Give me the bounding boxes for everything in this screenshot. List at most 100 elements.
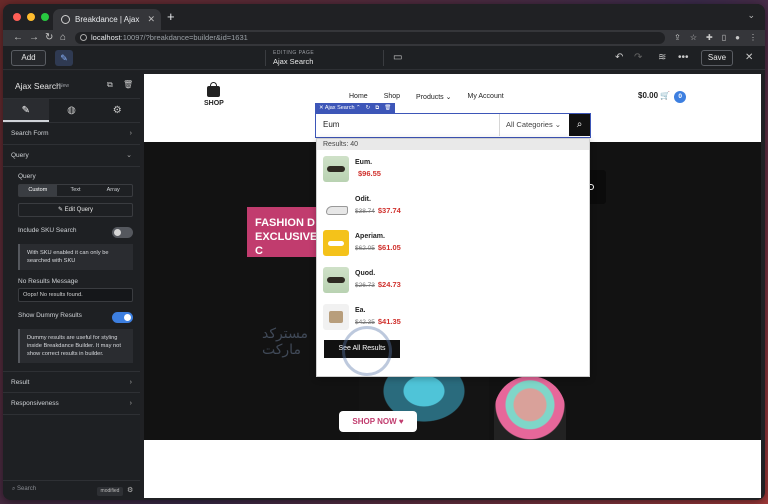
panel-search-input[interactable]: ⌕ Search xyxy=(12,486,36,493)
product-price: $42.35 $41.35 xyxy=(355,317,401,326)
sku-note: With SKU enabled it can only be searched… xyxy=(18,244,133,270)
window-controls xyxy=(13,13,49,21)
chevron-right-icon: › xyxy=(129,379,132,386)
no-results-input[interactable]: Oops! No results found. xyxy=(18,288,133,302)
browser-window: Breakdance | Ajax Search ✕ + ⌄ ← → ↻ ⌂ l… xyxy=(3,4,765,500)
tab-favicon-icon xyxy=(61,15,70,24)
duplicate-icon[interactable]: ⧉ xyxy=(375,103,379,113)
minimize-window-button[interactable] xyxy=(27,13,35,21)
close-builder-icon[interactable]: ✕ xyxy=(745,50,753,66)
watermark-line1: مستركد xyxy=(262,326,308,342)
segment-array[interactable]: Array xyxy=(94,185,132,196)
element-label[interactable]: ✕ Ajax Search ⌃ xyxy=(319,103,361,113)
menu-item-products[interactable]: Products ⌄ xyxy=(416,93,451,101)
chevron-right-icon: › xyxy=(129,130,132,137)
sidebar-icon[interactable]: ▯ xyxy=(722,30,726,46)
dummy-toggle[interactable] xyxy=(112,312,133,323)
add-element-button[interactable]: Add xyxy=(11,50,46,66)
more-options-icon[interactable]: ••• xyxy=(678,50,689,66)
menu-item-my-account[interactable]: My Account xyxy=(468,93,504,101)
site-info-icon[interactable] xyxy=(80,34,87,41)
product-price: $26.73 $24.73 xyxy=(355,280,401,289)
result-item[interactable]: Quod. $26.73 $24.73 xyxy=(323,267,583,297)
refresh-icon[interactable]: ↻ xyxy=(366,103,371,113)
forward-icon[interactable]: → xyxy=(29,30,39,46)
no-results-label: No Results Message xyxy=(18,278,78,285)
divider xyxy=(499,114,500,136)
cart-icon: 🛒 xyxy=(660,91,671,100)
search-submit-button[interactable]: ⌕ xyxy=(569,114,590,136)
product-thumbnail xyxy=(323,156,349,182)
cart-widget[interactable]: $0.00 🛒 0 xyxy=(638,91,687,103)
category-value: All Categories xyxy=(506,120,553,129)
cart-count-badge: 0 xyxy=(674,91,687,103)
sku-toggle[interactable] xyxy=(112,227,133,238)
product-thumbnail xyxy=(323,193,349,219)
delete-icon[interactable]: 🗑 xyxy=(123,80,133,89)
search-icon: ⌕ xyxy=(576,119,583,130)
tab-list-chevron-icon[interactable]: ⌄ xyxy=(747,10,755,21)
profile-icon[interactable]: ● xyxy=(735,30,740,46)
category-select[interactable]: All Categories ⌄ xyxy=(506,114,561,136)
redo-icon[interactable]: ↷ xyxy=(634,50,642,66)
reload-icon[interactable]: ↻ xyxy=(45,30,53,46)
shop-now-button[interactable]: SHOP NOW ♥ xyxy=(339,411,417,432)
editing-page-selector[interactable]: EDITING PAGE Ajax Search xyxy=(273,50,314,66)
structure-layers-icon[interactable]: ≋ xyxy=(658,50,666,66)
sale-price: $61.05 xyxy=(377,243,401,252)
edit-query-button[interactable]: ✎ Edit Query xyxy=(18,203,133,217)
search-input[interactable]: Eum xyxy=(323,114,339,136)
share-icon[interactable]: ⇪ xyxy=(674,30,681,46)
gear-icon[interactable]: ⚙ xyxy=(127,486,133,494)
url-bar[interactable]: localhost:10097/?breakdance=builder&id=1… xyxy=(75,32,665,44)
close-tab-icon[interactable]: ✕ xyxy=(147,9,155,30)
site-logo[interactable]: SHOP xyxy=(204,82,224,107)
address-bar-icons: ⇪ ☆ ✚ ▯ ● ⋮ xyxy=(674,30,757,46)
product-name: Eum. xyxy=(355,159,373,166)
trash-icon[interactable]: 🗑 xyxy=(384,103,391,113)
result-item[interactable]: Eum. $96.55 xyxy=(323,156,583,186)
section-label: Responsiveness xyxy=(11,400,59,407)
tab-settings-gear-icon[interactable]: ⚙ xyxy=(94,99,140,122)
tab-strip: Breakdance | Ajax Search ✕ + ⌄ xyxy=(3,4,765,45)
back-icon[interactable]: ← xyxy=(13,30,23,46)
more-menu-icon[interactable]: ⋮ xyxy=(749,30,757,46)
close-window-button[interactable] xyxy=(13,13,21,21)
home-icon[interactable]: ⌂ xyxy=(60,30,66,46)
segment-text[interactable]: Text xyxy=(57,185,95,196)
duplicate-icon[interactable]: ⧉ xyxy=(107,80,113,90)
panel-header: Ajax Search New ⧉ 🗑 xyxy=(3,71,140,99)
section-label: Query xyxy=(11,152,29,159)
bookmark-star-icon[interactable]: ☆ xyxy=(690,30,697,46)
section-search-form[interactable]: Search Form › xyxy=(3,123,140,145)
extensions-icon[interactable]: ✚ xyxy=(706,30,713,46)
element-label-text: Ajax Search xyxy=(324,105,355,111)
undo-icon[interactable]: ↶ xyxy=(615,50,623,66)
edit-template-icon[interactable]: ✎ xyxy=(55,50,73,66)
new-tab-icon[interactable]: + xyxy=(167,10,175,23)
tab-design-palette-icon[interactable]: ◍ xyxy=(49,99,95,122)
save-button[interactable]: Save xyxy=(701,50,733,66)
site-menu: Home Shop Products ⌄ My Account xyxy=(349,93,504,101)
desktop-preview-icon[interactable]: ▭ xyxy=(393,50,402,66)
menu-item-home[interactable]: Home xyxy=(349,93,368,101)
maximize-window-button[interactable] xyxy=(41,13,49,21)
result-item[interactable]: Odit. $38.74 $37.74 xyxy=(323,193,583,223)
old-price: $62.05 xyxy=(355,245,375,252)
address-row: ← → ↻ ⌂ localhost:10097/?breakdance=buil… xyxy=(3,30,765,46)
section-label: Search Form xyxy=(11,130,49,137)
segment-custom[interactable]: Custom xyxy=(19,185,57,196)
section-responsiveness[interactable]: Responsiveness › xyxy=(3,393,140,415)
modified-badge[interactable]: modified xyxy=(97,487,123,496)
menu-item-shop[interactable]: Shop xyxy=(384,93,400,101)
product-thumbnail xyxy=(323,267,349,293)
section-query[interactable]: Query ⌄ xyxy=(3,145,140,167)
query-label: Query xyxy=(18,173,36,180)
result-item[interactable]: Aperiam. $62.05 $61.05 xyxy=(323,230,583,260)
section-result[interactable]: Result › xyxy=(3,371,140,393)
page-name: Ajax Search xyxy=(273,57,314,66)
panel-footer: ⌕ Search modified ⚙ xyxy=(3,480,140,500)
editing-page-label: EDITING PAGE xyxy=(273,50,315,56)
browser-tab[interactable]: Breakdance | Ajax Search ✕ xyxy=(53,9,161,45)
tab-content-pencil-icon[interactable]: ✎ xyxy=(3,99,49,122)
